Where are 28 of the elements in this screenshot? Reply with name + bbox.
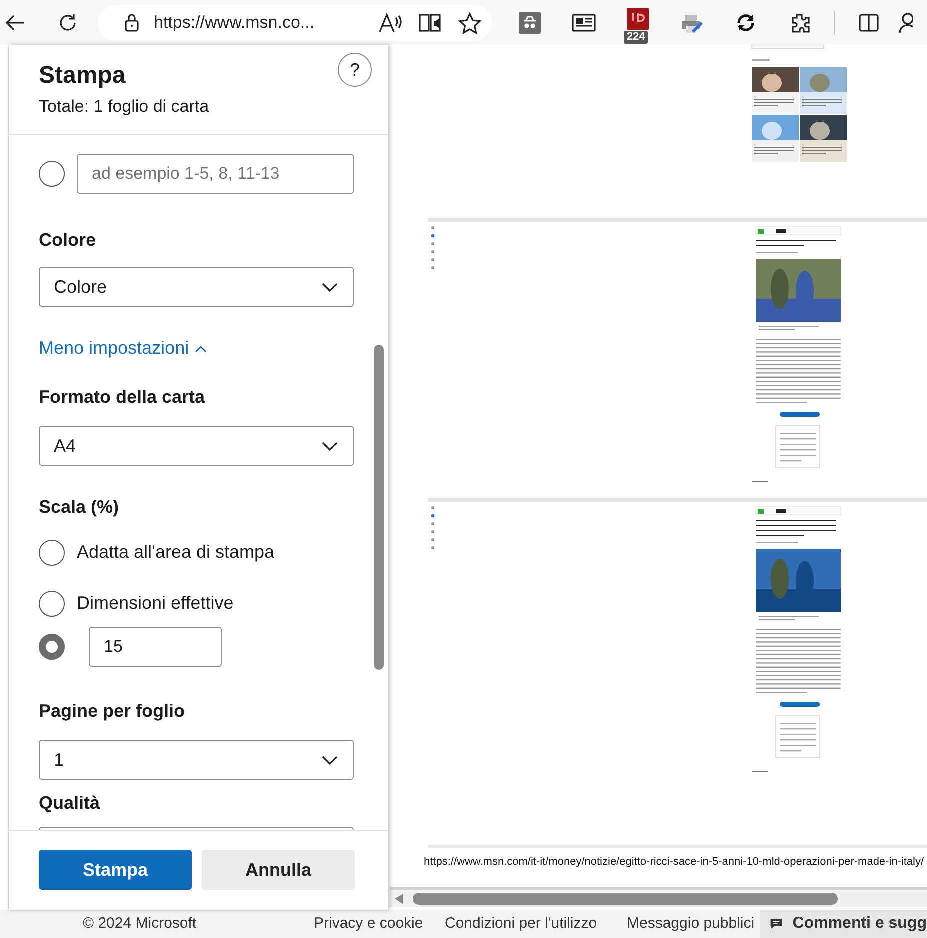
address-text: https://www.msn.co... xyxy=(154,12,315,34)
section-label: Formato della carta xyxy=(39,386,206,409)
help-button[interactable]: ? xyxy=(338,53,372,87)
radio-label: Adatta all'area di stampa xyxy=(77,541,275,564)
section-label: Scala (%) xyxy=(39,496,120,519)
feedback-button[interactable]: Commenti e sugg xyxy=(760,910,927,938)
page-range-field[interactable]: ad esempio 1-5, 8, 11-13 xyxy=(77,154,354,194)
footer-link[interactable]: Condizioni per l'utilizzo xyxy=(445,913,598,936)
copyright-text: © 2024 Microsoft xyxy=(83,914,197,934)
print-button[interactable]: Stampa xyxy=(39,850,192,890)
extension-button[interactable]: 224 xyxy=(614,4,662,40)
footer-link[interactable]: Messaggio pubblici xyxy=(627,913,755,936)
section-label: Pagine per foglio xyxy=(39,700,186,723)
radio-label: Dimensioni effettive xyxy=(77,592,234,615)
dropdown[interactable]: Colore xyxy=(39,267,354,307)
badge: 224 xyxy=(624,30,648,44)
dialog-title: Stampa xyxy=(39,61,126,91)
section-label: Qualità xyxy=(39,792,102,815)
dropdown[interactable]: 1 xyxy=(39,740,354,780)
section-label: Colore xyxy=(39,229,98,252)
dropdown[interactable]: A4 xyxy=(39,426,354,466)
settings-toggle-link[interactable]: Meno impostazioni xyxy=(39,335,208,362)
footer-link[interactable]: Privacy e cookie xyxy=(314,913,424,936)
address-bar[interactable]: https://www.msn.co... xyxy=(98,4,492,40)
sheet-count: Totale: 1 foglio di carta xyxy=(39,96,210,118)
cancel-button[interactable]: Annulla xyxy=(202,850,355,890)
scale-field[interactable]: 15 xyxy=(89,627,222,667)
page-url: https://www.msn.com/it-it/money/notizie/egitto-ricci-sace-in-5-anni-10-mld-operazioni-per-made-in-italy/ xyxy=(424,855,924,870)
